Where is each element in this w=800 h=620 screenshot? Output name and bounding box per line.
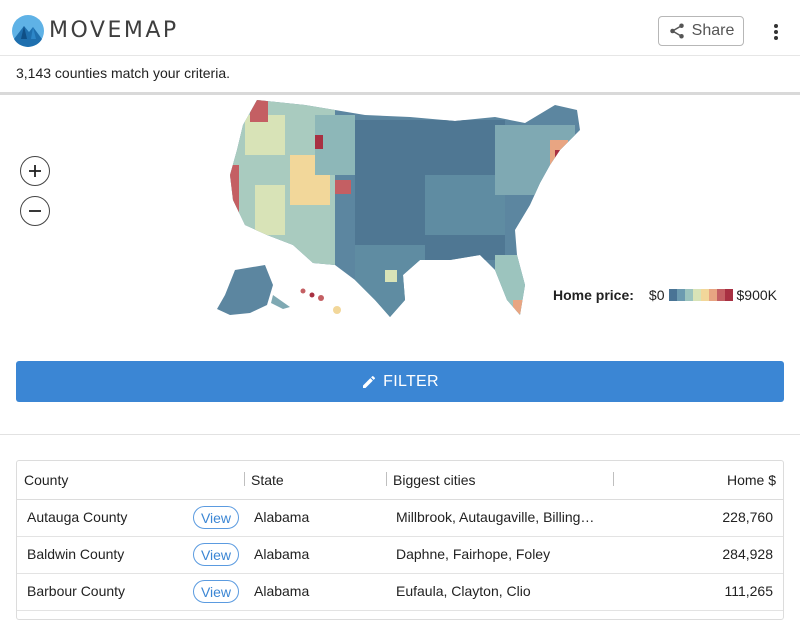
us-county-choropleth-map[interactable] — [195, 95, 585, 320]
share-button[interactable]: Share — [658, 16, 744, 46]
match-count-text: 3,143 counties match your criteria. — [16, 65, 230, 81]
legend-max: $900K — [736, 287, 777, 303]
share-icon — [669, 23, 684, 39]
column-header-state[interactable]: State — [251, 472, 284, 488]
filter-label: FILTER — [383, 372, 439, 390]
view-button[interactable]: View — [193, 543, 239, 566]
county-cell: Barbour County — [27, 583, 126, 599]
zoom-in-button[interactable] — [20, 156, 50, 186]
cities-cell: Millbrook, Autaugaville, Billing… — [396, 509, 595, 525]
pencil-icon — [363, 375, 376, 388]
column-resizer[interactable] — [613, 472, 614, 486]
home-price-cell: 284,928 — [722, 546, 773, 562]
legend-swatch — [676, 289, 685, 301]
match-count-bar: 3,143 counties match your criteria. — [0, 56, 800, 95]
home-price-cell: 228,760 — [722, 509, 773, 525]
view-button[interactable]: View — [193, 506, 239, 529]
column-resizer[interactable] — [244, 472, 245, 486]
table-row[interactable]: Baldwin County View Alabama Daphne, Fair… — [17, 537, 783, 574]
cities-cell: Daphne, Fairhope, Foley — [396, 546, 551, 562]
legend-swatch — [692, 289, 701, 301]
share-label: Share — [691, 22, 735, 39]
legend-color-scale — [668, 289, 733, 301]
movemap-logo-icon[interactable] — [12, 15, 44, 47]
legend-swatch — [716, 289, 725, 301]
county-cell: Autauga County — [27, 509, 128, 525]
county-cell: Baldwin County — [27, 546, 125, 562]
home-price-legend: Home price: $0 $900K — [553, 287, 777, 303]
home-price-cell: 111,265 — [724, 583, 773, 599]
cities-cell: Eufaula, Clayton, Clio — [396, 583, 531, 599]
state-cell: Alabama — [254, 509, 310, 525]
plus-icon — [29, 165, 41, 177]
map-area[interactable]: Home price: $0 $900K — [0, 95, 800, 335]
app-header: MOVEMAP Share — [0, 0, 800, 56]
filter-button[interactable]: FILTER — [16, 361, 784, 402]
column-resizer[interactable] — [386, 472, 387, 486]
legend-label: Home price: — [553, 287, 634, 303]
table-row[interactable]: Barbour County View Alabama Eufaula, Cla… — [17, 574, 783, 611]
section-divider — [0, 434, 800, 435]
legend-swatch — [708, 289, 717, 301]
legend-swatch — [684, 289, 693, 301]
brand-name[interactable]: MOVEMAP — [49, 18, 179, 43]
legend-swatch — [724, 289, 733, 301]
minus-icon — [29, 210, 41, 212]
state-cell: Alabama — [254, 583, 310, 599]
column-header-biggest-cities[interactable]: Biggest cities — [393, 472, 475, 488]
legend-swatch — [700, 289, 709, 301]
legend-swatch — [668, 289, 677, 301]
column-header-county[interactable]: County — [24, 472, 68, 488]
table-header: County State Biggest cities Home $ — [17, 461, 783, 500]
kebab-menu-icon — [774, 24, 778, 40]
column-header-home-price[interactable]: Home $ — [727, 472, 776, 488]
zoom-out-button[interactable] — [20, 196, 50, 226]
legend-min: $0 — [648, 287, 665, 303]
more-options-button[interactable] — [766, 20, 786, 44]
table-row[interactable]: Autauga County View Alabama Millbrook, A… — [17, 500, 783, 537]
county-table: County State Biggest cities Home $ Autau… — [16, 460, 784, 620]
state-cell: Alabama — [254, 546, 310, 562]
